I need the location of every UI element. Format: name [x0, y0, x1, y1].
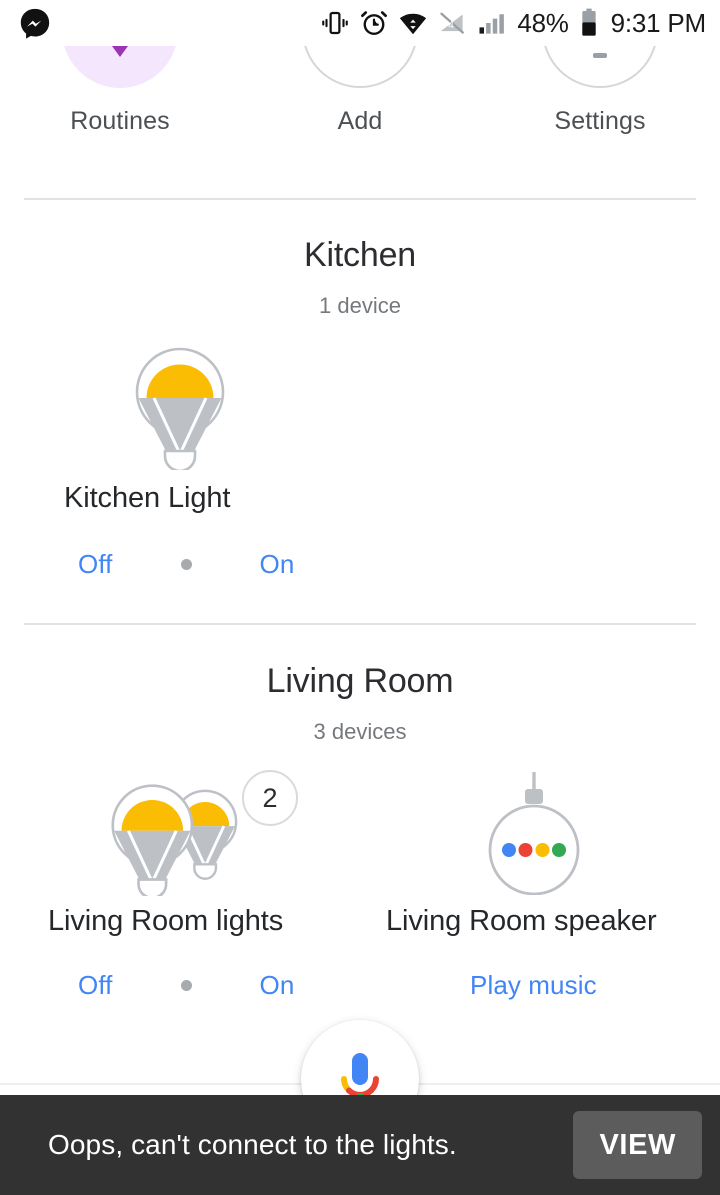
routines-icon-wrap [62, 46, 178, 88]
device-card-living-room-lights[interactable]: 2 Living Room lights Off On [24, 770, 336, 1001]
add-icon-wrap [302, 46, 418, 88]
battery-half-icon [581, 8, 596, 36]
signal-bars-icon [479, 14, 505, 34]
settings-icon-wrap [542, 46, 658, 88]
section-title-kitchen: Kitchen [303, 236, 416, 274]
shortcut-add-label: Add [337, 107, 383, 135]
device-name-living-room-lights: Living Room lights [48, 905, 284, 937]
device-name-kitchen-light: Kitchen Light [64, 482, 231, 514]
shortcut-settings[interactable]: Settings [480, 46, 720, 152]
section-subtitle-kitchen: 1 device [319, 293, 401, 318]
status-bar-notifications [18, 6, 52, 40]
settings-icon [593, 53, 607, 58]
section-title-living-room: Living Room [266, 662, 454, 700]
shortcut-routines-label: Routines [70, 107, 170, 135]
living-room-lights-icon-area: 2 [24, 770, 336, 896]
living-room-lights-on-button[interactable]: On [260, 970, 295, 1001]
living-room-speaker-icon-area [372, 770, 696, 895]
snackbar: Oops, can't connect to the lights. VIEW [0, 1095, 720, 1195]
shortcut-routines[interactable]: Routines [0, 46, 240, 152]
device-card-living-room-speaker[interactable]: Living Room speaker Play music [372, 770, 696, 1001]
add-icon-circle [302, 46, 418, 88]
living-room-speaker-play-music-button[interactable]: Play music [470, 970, 597, 1001]
mobile-data-off-icon: 4 [440, 12, 465, 34]
living-room-lights-count-badge: 2 [242, 770, 298, 826]
living-room-lights-off-button[interactable]: Off [78, 970, 113, 1001]
device-actions-living-room-lights: Off On [24, 970, 336, 1001]
wifi-icon [400, 13, 427, 35]
status-bar-system-icons: 4 48% 9:31 PM [320, 7, 706, 39]
living-room-lights-state-dot [180, 980, 192, 991]
messenger-icon [20, 8, 50, 39]
status-bar: 4 48% 9:31 PM [0, 0, 720, 46]
battery-percent-label: 48% [517, 8, 569, 38]
snackbar-view-button[interactable]: VIEW [573, 1111, 702, 1179]
shortcut-settings-label: Settings [554, 107, 646, 135]
kitchen-light-state-dot [180, 559, 192, 570]
svg-text:4: 4 [449, 20, 455, 31]
routines-icon [112, 46, 128, 57]
kitchen-light-icon-area [24, 345, 336, 470]
kitchen-light-on-button[interactable]: On [260, 549, 295, 580]
shortcut-row: Routines Add Settings [0, 46, 720, 152]
google-home-speaker-icon [488, 772, 580, 895]
vibrate-icon [322, 11, 349, 35]
section-divider-middle [24, 623, 696, 625]
device-actions-living-room-speaker: Play music [372, 970, 696, 1001]
google-home-app-screen: 4 48% 9:31 PM Routines Add Settings Kitc… [0, 0, 720, 1195]
device-name-living-room-speaker: Living Room speaker [386, 905, 657, 937]
light-bulb-group-icon [111, 784, 238, 896]
device-card-kitchen-light[interactable]: Kitchen Light Off On [24, 345, 336, 580]
shortcut-add[interactable]: Add [240, 46, 480, 152]
alarm-icon [361, 11, 388, 35]
clock-label: 9:31 PM [610, 8, 707, 38]
snackbar-message: Oops, can't connect to the lights. [48, 1129, 457, 1160]
kitchen-light-off-button[interactable]: Off [78, 549, 113, 580]
device-actions-kitchen-light: Off On [24, 549, 336, 580]
section-divider-top [24, 198, 696, 200]
light-bulb-icon [135, 347, 225, 470]
section-subtitle-living-room: 3 devices [313, 719, 407, 744]
